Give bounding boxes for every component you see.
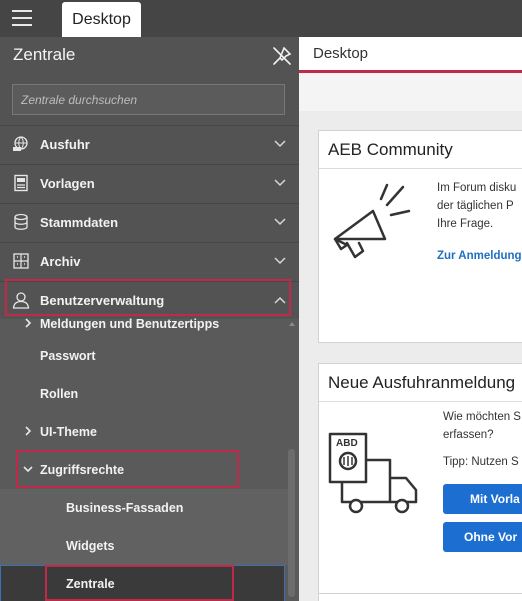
chevron-down-icon: [274, 257, 286, 265]
chevron-down-icon: [274, 140, 286, 148]
sidebar-scrollbar[interactable]: [287, 319, 297, 601]
community-text-line: Im Forum disku: [437, 182, 517, 194]
sidebar-title: Zentrale: [13, 45, 76, 64]
sidebar-subitem-zugriffsrechte[interactable]: Zugriffsrechte: [0, 451, 290, 489]
export-card-title: Neue Ausfuhranmeldung: [328, 373, 516, 392]
scroll-thumb[interactable]: [288, 449, 295, 597]
chevron-down-icon: [274, 218, 286, 226]
chevron-right-icon: [25, 318, 32, 328]
sidebar-subitem-rollen[interactable]: Rollen: [0, 375, 290, 413]
sidebar-subitem-label: Rollen: [40, 387, 79, 401]
sidebar-item-vorlagen[interactable]: Vorlagen: [0, 164, 299, 203]
sidebar-search-input[interactable]: [12, 84, 285, 115]
community-card: AEB Community Im Forum disku der täglich…: [318, 130, 522, 343]
sidebar-subitem-ui-theme[interactable]: UI-Theme: [0, 413, 290, 451]
sidebar-subitem-label: Passwort: [40, 349, 96, 363]
sidebar-subitem-passwort[interactable]: Passwort: [0, 337, 290, 375]
export-tip: Tipp: Nutzen S: [443, 456, 519, 468]
sidebar-item-stammdaten[interactable]: Stammdaten: [0, 203, 299, 242]
sidebar-subitem-label: Widgets: [66, 539, 115, 553]
chevron-down-icon: [23, 466, 33, 473]
with-template-button[interactable]: Mit Vorla: [443, 484, 522, 514]
community-text-line: Ihre Frage.: [437, 218, 494, 230]
chevron-up-icon: [274, 296, 286, 304]
sidebar-item-ausfuhr[interactable]: Ausfuhr: [0, 125, 299, 164]
main-tab-label: Desktop: [313, 45, 369, 62]
sidebar-subitems: Meldungen und Benutzertipps Passwort Rol…: [0, 317, 299, 601]
sidebar-item-label: Stammdaten: [40, 215, 119, 230]
main-tab-desktop[interactable]: Desktop: [299, 37, 522, 73]
export-question-line: erfassen?: [443, 429, 494, 441]
sidebar-subitem-label: Business-Fassaden: [66, 501, 184, 515]
community-login-link[interactable]: Zur Anmeldung: [437, 250, 522, 262]
divider: [319, 168, 522, 169]
tab-desktop[interactable]: Desktop: [62, 2, 141, 37]
sidebar-subitem-label: UI-Theme: [40, 425, 97, 439]
megaphone-icon: [333, 183, 411, 259]
hamburger-menu-icon[interactable]: [12, 10, 32, 26]
export-question-line: Wie möchten S: [443, 411, 521, 423]
sidebar-subitem-business-fassaden[interactable]: Business-Fassaden: [0, 489, 290, 527]
sidebar-item-label: Ausfuhr: [40, 137, 90, 152]
sidebar-subitem-widgets[interactable]: Widgets: [0, 527, 290, 565]
archive-icon: [13, 253, 29, 269]
template-icon: [14, 174, 28, 192]
sidebar: Zentrale Ausfuhr Vorlagen: [0, 37, 299, 601]
sidebar-subitem-zentrale[interactable]: Zentrale: [0, 565, 285, 601]
sidebar-item-archiv[interactable]: Archiv: [0, 242, 299, 281]
sidebar-header: Zentrale: [0, 37, 299, 73]
chevron-down-icon: [274, 179, 286, 187]
community-text-line: der täglichen P: [437, 200, 514, 212]
globe-truck-icon: [13, 136, 28, 151]
unpin-icon[interactable]: [271, 45, 293, 67]
sidebar-subitem-label: Meldungen und Benutzertipps: [40, 317, 220, 331]
main-area: Desktop AEB Community Im Forum disku der…: [299, 37, 522, 601]
scroll-up-arrow-icon[interactable]: [288, 320, 296, 328]
top-bar: Desktop: [0, 0, 522, 37]
abd-icon-label: ABD: [336, 438, 358, 449]
sidebar-item-label: Vorlagen: [40, 176, 95, 191]
community-card-title: AEB Community: [328, 140, 453, 159]
sidebar-subitem-label: Zugriffsrechte: [40, 463, 125, 477]
sidebar-subitem-label: Zentrale: [66, 577, 115, 591]
sidebar-item-label: Archiv: [40, 254, 81, 269]
toolbar-area: [299, 73, 522, 111]
chevron-right-icon: [25, 426, 32, 436]
divider: [319, 401, 522, 402]
database-icon: [14, 213, 28, 230]
next-card: [318, 593, 522, 601]
export-card: Neue Ausfuhranmeldung ABD Wie möchten S …: [318, 363, 522, 601]
without-template-button[interactable]: Ohne Vor: [443, 522, 522, 552]
